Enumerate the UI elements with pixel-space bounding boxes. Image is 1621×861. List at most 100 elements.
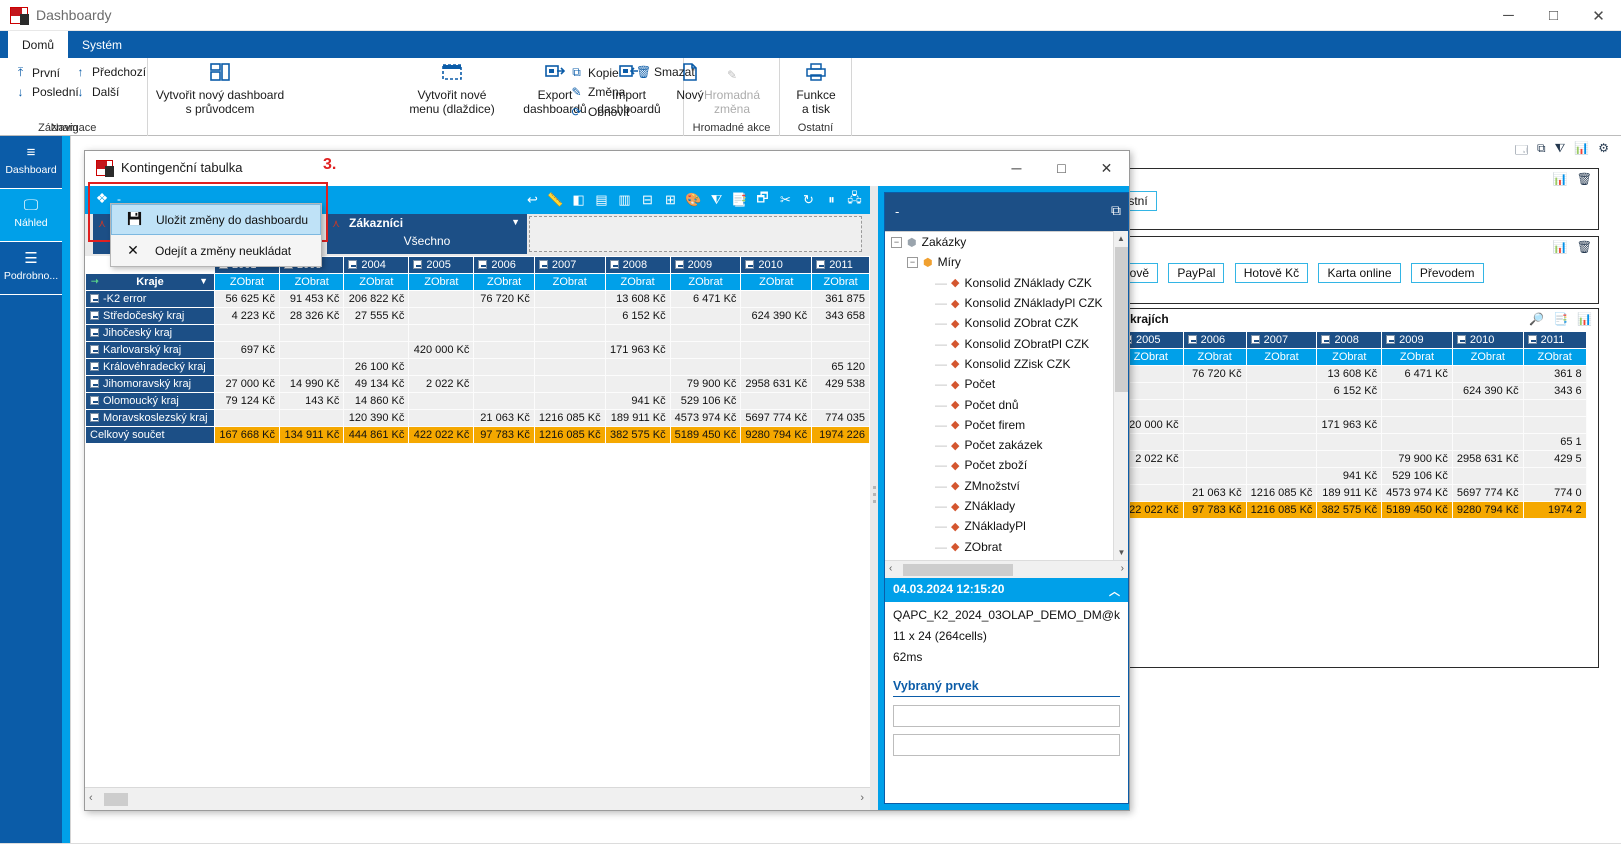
pivot-total-cell[interactable]: 5189 450 Kč xyxy=(670,427,741,444)
tree-expander-icon[interactable]: − xyxy=(907,257,918,268)
tree-node[interactable]: —◆ZNákladyPl xyxy=(885,516,1128,536)
pivot-maximize-button[interactable]: □ xyxy=(1039,151,1084,185)
pivot-measure-header[interactable]: ZObrat xyxy=(812,274,870,291)
scroll-right-icon[interactable]: › xyxy=(860,792,864,804)
pivot-cell[interactable]: 343 658 xyxy=(812,308,870,325)
bg-cell[interactable]: 774 0 xyxy=(1523,485,1586,502)
bg-cell[interactable] xyxy=(1246,400,1317,417)
pivot-cell[interactable] xyxy=(214,359,279,376)
pivot-cell[interactable]: 774 035 xyxy=(812,410,870,427)
pivot-cell[interactable]: 65 120 xyxy=(812,359,870,376)
maximize-button[interactable]: □ xyxy=(1531,0,1576,31)
bg-cell[interactable] xyxy=(1382,383,1453,400)
pivot-cell[interactable]: 624 390 Kč xyxy=(741,308,812,325)
nav-dalsi-button[interactable]: ↓ Další xyxy=(68,83,125,101)
pivot-splitter[interactable] xyxy=(870,186,878,810)
pivot-cell[interactable]: 27 555 Kč xyxy=(344,308,409,325)
ruler-icon[interactable]: 📏 xyxy=(544,186,567,214)
chart-bars-icon[interactable]: 📊 xyxy=(1553,172,1568,186)
menu-item-discard-changes[interactable]: ✕ Odejít a změny neukládat xyxy=(111,235,321,266)
pivot-grid[interactable]: 2001200320042005200620072008200920102011… xyxy=(85,256,870,787)
pivot-column-header[interactable]: 2005 xyxy=(409,257,474,274)
pivot-row-label[interactable]: Karlovarský kraj xyxy=(86,342,215,359)
pivot-cell[interactable] xyxy=(534,308,605,325)
bg-cell[interactable]: 79 900 Kč xyxy=(1382,451,1453,468)
pivot-cell[interactable] xyxy=(534,325,605,342)
bg-cell[interactable] xyxy=(1317,400,1382,417)
bg-column-header[interactable]: 2010 xyxy=(1452,332,1523,349)
pivot-cell[interactable] xyxy=(812,325,870,342)
pivot-minimize-button[interactable]: ─ xyxy=(994,151,1039,185)
filter-zakaznici[interactable]: ⋏ Zákazníci ▼ Všechno xyxy=(327,214,527,254)
checkbox-icon[interactable] xyxy=(90,379,99,388)
pivot-cell[interactable] xyxy=(605,359,670,376)
layout-icon[interactable]: 🗔 xyxy=(1515,141,1528,162)
tree-scroll-thumb[interactable] xyxy=(1115,247,1128,392)
pivot-cell[interactable]: 26 100 Kč xyxy=(344,359,409,376)
pivot-row-label[interactable]: Jihomoravský kraj xyxy=(86,376,215,393)
pivot-cell[interactable] xyxy=(344,325,409,342)
bg-total-cell[interactable]: 9280 794 Kč xyxy=(1452,502,1523,519)
tree-node[interactable]: —◆Počet xyxy=(885,374,1128,394)
pivot-cell[interactable] xyxy=(741,342,812,359)
bg-cell[interactable] xyxy=(1452,434,1523,451)
row-total-icon[interactable]: ⊟ xyxy=(636,186,659,214)
pivot-cell[interactable] xyxy=(812,393,870,410)
popout-icon[interactable]: ⧉ xyxy=(1111,202,1121,219)
create-dashboard-wizard-button[interactable]: Vytvořit nový dashboard s průvodcem xyxy=(154,62,286,116)
pivot-cell[interactable] xyxy=(409,410,474,427)
scroll-down-icon[interactable]: ▼ xyxy=(1114,545,1129,560)
pivot-cell[interactable]: 13 608 Kč xyxy=(605,291,670,308)
bg-total-cell[interactable]: 5189 450 Kč xyxy=(1382,502,1453,519)
bg-column-header[interactable]: 2007 xyxy=(1246,332,1317,349)
pivot-cell[interactable]: 420 000 Kč xyxy=(409,342,474,359)
pivot-cell[interactable]: 1216 085 Kč xyxy=(534,410,605,427)
checkbox-icon[interactable] xyxy=(90,311,99,320)
bg-column-header[interactable]: 2011 xyxy=(1523,332,1586,349)
tree-node[interactable]: —◆Konsolid ZNákladyPl CZK xyxy=(885,293,1128,313)
bg-cell[interactable] xyxy=(1246,468,1317,485)
pivot-total-cell[interactable]: 9280 794 Kč xyxy=(741,427,812,444)
pivot-column-header[interactable]: 2008 xyxy=(605,257,670,274)
pivot-cell[interactable]: 529 106 Kč xyxy=(670,393,741,410)
pivot-cell[interactable]: 2 022 Kč xyxy=(409,376,474,393)
pivot-column-header[interactable]: 2009 xyxy=(670,257,741,274)
column-total-icon[interactable]: ⊞ xyxy=(659,186,682,214)
zoom-icon[interactable]: 🔎 xyxy=(1529,312,1544,326)
bg-cell[interactable]: 624 390 Kč xyxy=(1452,383,1523,400)
bg-cell[interactable] xyxy=(1452,468,1523,485)
pivot-cell[interactable] xyxy=(409,393,474,410)
pivot-cell[interactable]: 6 152 Kč xyxy=(605,308,670,325)
pivot-measure-header[interactable]: ZObrat xyxy=(279,274,343,291)
bg-column-header[interactable]: 2009 xyxy=(1382,332,1453,349)
pivot-cell[interactable]: 4573 974 Kč xyxy=(670,410,741,427)
pivot-cell[interactable] xyxy=(474,393,534,410)
pivot-cell[interactable] xyxy=(344,342,409,359)
pivot-total-cell[interactable]: 167 668 Kč xyxy=(214,427,279,444)
tree-node-label[interactable]: Konsolid ZObrat CZK xyxy=(964,316,1078,330)
selected-element-input-2[interactable] xyxy=(893,734,1120,756)
selected-element-input-1[interactable] xyxy=(893,705,1120,727)
checkbox-icon[interactable] xyxy=(675,260,684,269)
bg-cell[interactable] xyxy=(1183,434,1246,451)
tree-node[interactable]: —◆Počet dnů xyxy=(885,394,1128,414)
tree-node[interactable]: —◆ZObrat xyxy=(885,536,1128,556)
pivot-cell[interactable] xyxy=(605,376,670,393)
tree-node-label[interactable]: ZNákladyPl xyxy=(964,519,1025,533)
pivot-row-label[interactable]: Jihočeský kraj xyxy=(86,325,215,342)
scissors-icon[interactable]: ✂ xyxy=(774,186,797,214)
pivot-cell[interactable] xyxy=(670,308,741,325)
pivot-row-label[interactable]: Královéhradecký kraj xyxy=(86,359,215,376)
pivot-cell[interactable] xyxy=(409,291,474,308)
undo-arrow-icon[interactable]: ↩ xyxy=(521,186,544,214)
tab-domu[interactable]: Domů xyxy=(8,31,68,58)
tree-node[interactable]: —◆Konsolid ZNáklady CZK xyxy=(885,273,1128,293)
filter-off-icon[interactable]: ⧨ xyxy=(1555,141,1566,162)
tree-node[interactable]: —◆Konsolid ZObrat CZK xyxy=(885,313,1128,333)
pivot-cell[interactable] xyxy=(605,325,670,342)
chart-bars-icon[interactable]: 📊 xyxy=(1574,141,1589,162)
bg-cell[interactable] xyxy=(1246,417,1317,434)
pivot-cell[interactable]: 697 Kč xyxy=(214,342,279,359)
tree-node[interactable]: −⬢Zakázky xyxy=(885,232,1128,252)
pivot-column-header[interactable]: 2010 xyxy=(741,257,812,274)
